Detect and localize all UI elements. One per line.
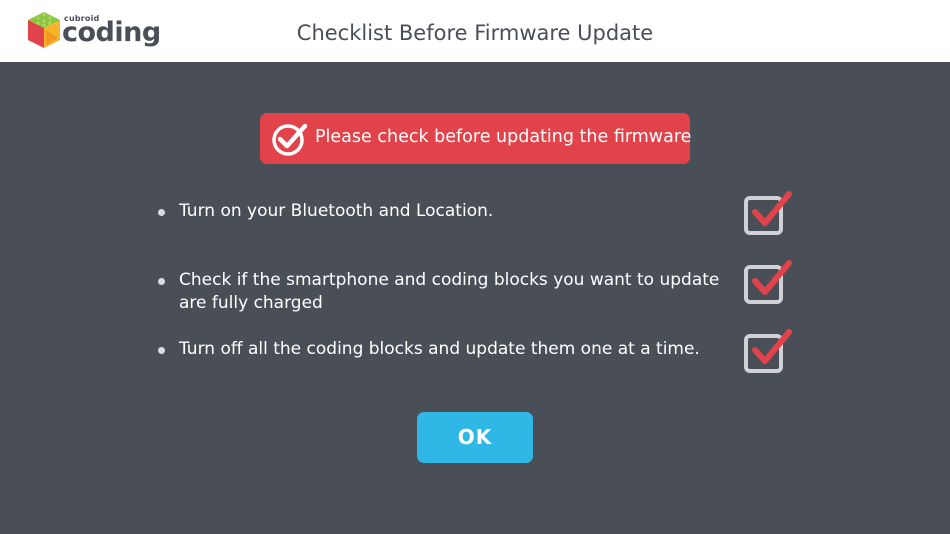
banner-text: Please check before updating the firmwar… (315, 127, 692, 147)
warning-banner: Please check before updating the firmwar… (260, 113, 692, 164)
checkbox-checked-icon[interactable] (743, 190, 795, 238)
checklist-item-text: Turn on your Bluetooth and Location. (179, 201, 494, 221)
page-title: Checklist Before Firmware Update (296, 21, 654, 45)
checkbox-checked-icon[interactable] (743, 259, 795, 307)
bullet-icon (158, 209, 165, 216)
checkbox-checked-icon[interactable] (743, 328, 795, 376)
checklist-item-text: Turn off all the coding blocks and updat… (179, 339, 700, 359)
bullet-icon (158, 278, 165, 285)
checklist-item-text: Check if the smartphone and coding block… (179, 270, 720, 313)
header: cubroid coding Checklist Before Firmware… (0, 0, 950, 62)
main-panel: Please check before updating the firmwar… (0, 62, 950, 534)
bullet-icon (158, 347, 165, 354)
ok-button[interactable]: OK (417, 412, 533, 463)
check-circle-icon (272, 123, 308, 156)
